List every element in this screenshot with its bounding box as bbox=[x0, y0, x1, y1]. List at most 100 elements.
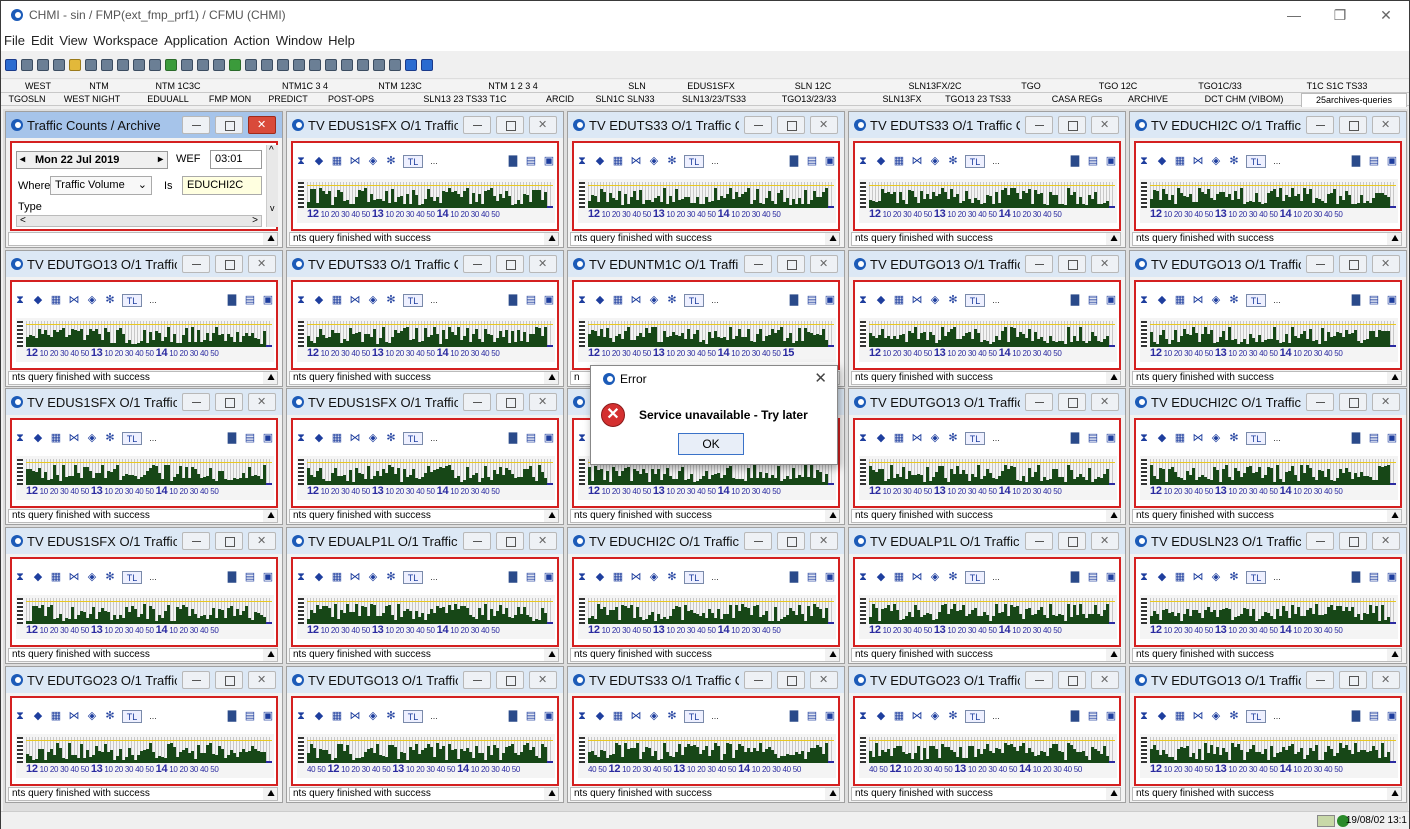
maximize-icon[interactable] bbox=[215, 393, 243, 411]
diamond-icon[interactable]: ◈ bbox=[367, 710, 379, 723]
snowflake-icon[interactable]: ✻ bbox=[104, 571, 116, 584]
list-icon[interactable]: ▤ bbox=[1087, 710, 1099, 723]
collapse-icon[interactable]: ⋈ bbox=[349, 432, 361, 445]
maximize-icon[interactable] bbox=[496, 255, 524, 273]
collapse-icon[interactable]: ⋈ bbox=[630, 571, 642, 584]
resize-grip-icon[interactable]: ⛰ bbox=[825, 233, 839, 245]
undo-icon[interactable] bbox=[85, 58, 97, 71]
tl-button[interactable]: TL bbox=[684, 571, 704, 584]
table-icon[interactable]: ▦ bbox=[1174, 710, 1186, 723]
maximize-icon[interactable] bbox=[215, 255, 243, 273]
export-icon[interactable]: ▣ bbox=[824, 710, 836, 723]
copy-icon[interactable] bbox=[133, 58, 145, 71]
more-icon[interactable]: ... bbox=[146, 432, 160, 445]
export-icon[interactable]: ▣ bbox=[1386, 432, 1398, 445]
tab-west-night[interactable]: WEST NIGHT bbox=[56, 93, 128, 106]
next-icon[interactable] bbox=[389, 58, 401, 71]
more-icon[interactable]: ... bbox=[708, 155, 722, 168]
vertical-scrollbar[interactable] bbox=[266, 145, 278, 227]
minimize-icon[interactable] bbox=[182, 116, 210, 134]
resize-grip-icon[interactable]: ⛰ bbox=[544, 510, 558, 522]
table-icon[interactable]: ▦ bbox=[50, 294, 62, 307]
export-icon[interactable]: ▣ bbox=[1386, 571, 1398, 584]
tl-button[interactable]: TL bbox=[403, 155, 423, 168]
minimize-icon[interactable] bbox=[744, 255, 772, 273]
close-icon[interactable] bbox=[248, 532, 276, 550]
collapse-icon[interactable]: ⋈ bbox=[1192, 294, 1204, 307]
tab-ntm1c-3-4[interactable]: NTM1C 3 4 bbox=[281, 80, 329, 93]
collapse-icon[interactable]: ⋈ bbox=[68, 432, 80, 445]
traffic-count-panel[interactable]: TV EDUTGO13 O/1 Traffic... ⧗ ◆ ▦ ⋈ ◈ ✻ TL... ▇ ▤ ▣… bbox=[286, 666, 564, 803]
list-icon[interactable]: ▤ bbox=[1368, 710, 1380, 723]
hourglass-icon[interactable]: ⧗ bbox=[576, 710, 588, 723]
tab-sln13-23-ts33-t1c[interactable]: SLN13 23 TS33 T1C bbox=[401, 93, 529, 106]
diamond-icon[interactable]: ◈ bbox=[86, 294, 98, 307]
minimize-icon[interactable] bbox=[1306, 393, 1334, 411]
maximize-icon[interactable] bbox=[1339, 671, 1367, 689]
export-icon[interactable]: ▣ bbox=[1386, 294, 1398, 307]
diamond-icon[interactable]: ◈ bbox=[929, 294, 941, 307]
list-icon[interactable]: ▤ bbox=[525, 155, 537, 168]
collapse-icon[interactable]: ⋈ bbox=[1192, 432, 1204, 445]
tab-casa-regs[interactable]: CASA REGs bbox=[1039, 93, 1115, 106]
minimize-icon[interactable] bbox=[744, 116, 772, 134]
collapse-icon[interactable]: ⋈ bbox=[911, 571, 923, 584]
maximize-icon[interactable] bbox=[1339, 393, 1367, 411]
tab-25archives-queries[interactable]: 25archives-queries bbox=[1301, 93, 1407, 107]
bar-chart-icon[interactable]: ▇ bbox=[788, 155, 800, 168]
minimize-icon[interactable] bbox=[463, 255, 491, 273]
bar-chart-icon[interactable]: ▇ bbox=[1350, 571, 1362, 584]
bar-chart-icon[interactable]: ▇ bbox=[226, 294, 238, 307]
tab-t1c-s1c-ts33[interactable]: T1C S1C TS33 bbox=[1291, 80, 1383, 93]
diamond-icon[interactable]: ◆ bbox=[1156, 294, 1168, 307]
minimize-icon[interactable] bbox=[1025, 393, 1053, 411]
hourglass-icon[interactable]: ⧗ bbox=[857, 294, 869, 307]
snowflake-icon[interactable]: ✻ bbox=[947, 155, 959, 168]
close-icon[interactable] bbox=[529, 393, 557, 411]
panel-header[interactable]: TV EDUS1SFX O/1 Traffic ... bbox=[287, 389, 563, 415]
clock-icon[interactable] bbox=[181, 58, 193, 71]
diamond-icon[interactable]: ◆ bbox=[875, 294, 887, 307]
resize-grip-icon[interactable]: ⛰ bbox=[263, 510, 277, 522]
collapse-icon[interactable]: ⋈ bbox=[1192, 155, 1204, 168]
close-icon[interactable] bbox=[1091, 255, 1119, 273]
snowflake-icon[interactable]: ✻ bbox=[947, 710, 959, 723]
tl-button[interactable]: TL bbox=[684, 294, 704, 307]
resize-grip-icon[interactable]: ⛰ bbox=[1387, 649, 1401, 661]
list-icon[interactable]: ▤ bbox=[525, 432, 537, 445]
minimize-icon[interactable] bbox=[1025, 116, 1053, 134]
list-icon[interactable]: ▤ bbox=[1087, 571, 1099, 584]
minimize-icon[interactable]: — bbox=[1271, 1, 1317, 29]
diamond-icon[interactable]: ◆ bbox=[875, 432, 887, 445]
horizontal-scrollbar[interactable] bbox=[16, 215, 262, 227]
list-icon[interactable]: ▤ bbox=[806, 571, 818, 584]
diamond-icon[interactable]: ◈ bbox=[929, 710, 941, 723]
table-icon[interactable]: ▦ bbox=[50, 432, 62, 445]
cut-icon[interactable] bbox=[117, 58, 129, 71]
maximize-icon[interactable] bbox=[1339, 116, 1367, 134]
collapse-icon[interactable]: ⋈ bbox=[68, 571, 80, 584]
traffic-count-panel[interactable]: TV EDUS1SFX O/1 Traffic ... ⧗ ◆ ▦ ⋈ ◈ ✻ TL... ▇ ▤… bbox=[286, 111, 564, 248]
maximize-icon[interactable] bbox=[777, 116, 805, 134]
tab-tgo13-23-33[interactable]: TGO13/23/33 bbox=[769, 93, 849, 106]
minimize-icon[interactable] bbox=[182, 255, 210, 273]
maximize-icon[interactable] bbox=[496, 671, 524, 689]
tab-ntm-1-2-3-4[interactable]: NTM 1 2 3 4 bbox=[483, 80, 543, 93]
last-icon[interactable] bbox=[357, 58, 369, 71]
table-icon[interactable]: ▦ bbox=[612, 571, 624, 584]
table-icon[interactable]: ▦ bbox=[1174, 571, 1186, 584]
export-icon[interactable]: ▣ bbox=[1105, 155, 1117, 168]
redo-icon[interactable] bbox=[101, 58, 113, 71]
diamond-icon[interactable]: ◆ bbox=[313, 155, 325, 168]
close-icon[interactable]: ✕ bbox=[1363, 1, 1409, 29]
snowflake-icon[interactable]: ✻ bbox=[1228, 432, 1240, 445]
more-icon[interactable]: ... bbox=[427, 155, 441, 168]
print-icon[interactable] bbox=[37, 58, 49, 71]
diamond-icon[interactable]: ◈ bbox=[1210, 294, 1222, 307]
traffic-count-panel[interactable]: TV EDUALP1L O/1 Traffic ... ⧗ ◆ ▦ ⋈ ◈ ✻ TL... ▇ ▤… bbox=[286, 527, 564, 664]
hourglass-icon[interactable]: ⧗ bbox=[857, 432, 869, 445]
tl-button[interactable]: TL bbox=[684, 710, 704, 723]
diamond-icon[interactable]: ◈ bbox=[367, 294, 379, 307]
tl-button[interactable]: TL bbox=[403, 571, 423, 584]
bar-chart-icon[interactable]: ▇ bbox=[1350, 155, 1362, 168]
